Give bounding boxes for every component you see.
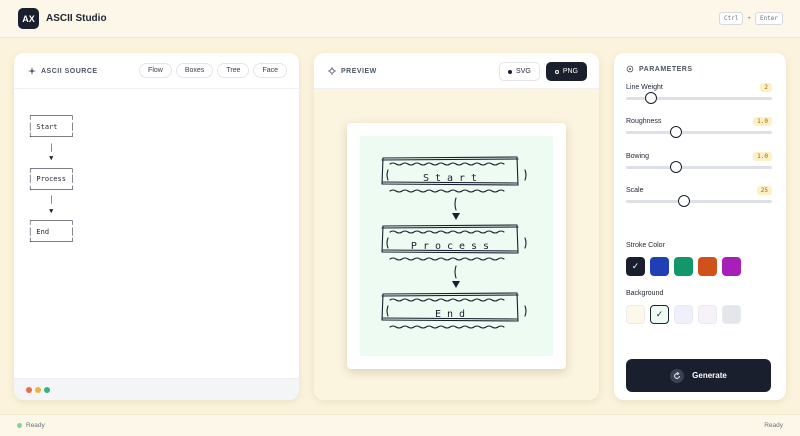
slider-line-weight: Line Weight 2 [626, 83, 772, 104]
preview-card: Start Process End [347, 123, 566, 369]
bowing-label: Bowing [626, 153, 649, 160]
line-weight-thumb[interactable] [644, 92, 657, 104]
format-png-label: PNG [562, 68, 578, 75]
template-chips: Flow Boxes Tree Face [139, 63, 287, 78]
bg-swatch-lavender[interactable] [674, 305, 693, 324]
sketch-label-start: Start [423, 173, 483, 184]
footer-dot-green [44, 387, 50, 393]
keyboard-shortcut: Ctrl + Enter [718, 12, 783, 25]
preview-area: Start Process End [314, 89, 599, 400]
source-panel-title: ASCII SOURCE [28, 67, 98, 75]
roughness-label: Roughness [626, 118, 662, 125]
preview-panel-title: PREVIEW [328, 67, 377, 75]
shortcut-plus: + [747, 15, 751, 22]
source-title-text: ASCII SOURCE [41, 67, 98, 75]
stroke-swatch-orange[interactable] [698, 257, 717, 276]
bg-swatch-cream[interactable] [626, 305, 645, 324]
slider-scale: Scale 25 [626, 186, 772, 207]
sketch-arrow-1 [452, 213, 460, 220]
stroke-color-swatches: ✓ [626, 257, 741, 276]
format-png-button[interactable]: PNG [545, 62, 587, 81]
refresh-icon [670, 368, 685, 383]
crosshair-icon [328, 67, 336, 75]
status-indicator [17, 423, 22, 428]
roughness-thumb[interactable] [669, 126, 682, 138]
sketch-label-process: Process [411, 241, 495, 252]
preview-panel-header: PREVIEW SVG PNG [314, 53, 599, 89]
sketch-label-end: End [435, 309, 471, 320]
preview-panel: PREVIEW SVG PNG Start Process End [314, 53, 599, 400]
app-title: ASCII Studio [46, 13, 107, 24]
roughness-value: 1.0 [753, 117, 772, 126]
png-dot-icon [554, 69, 559, 74]
preview-title-text: PREVIEW [341, 67, 377, 75]
background-swatches: ✓ [626, 305, 741, 324]
chip-tree[interactable]: Tree [217, 63, 250, 78]
bowing-thumb[interactable] [669, 161, 682, 173]
format-svg-button[interactable]: SVG [499, 62, 540, 81]
scale-thumb[interactable] [678, 195, 691, 207]
source-footer [14, 378, 299, 400]
gear-icon [626, 65, 634, 73]
params-panel-title: PARAMETERS [626, 65, 692, 73]
line-weight-value: 2 [760, 83, 772, 92]
parameters-panel: PARAMETERS Line Weight 2 Roughness 1.0 B… [614, 53, 786, 400]
app-logo: AX [18, 8, 39, 29]
status-text-left: Ready [26, 422, 45, 429]
preview-canvas: Start Process End [360, 136, 553, 356]
footer-dot-red [26, 387, 32, 393]
scale-label: Scale [626, 187, 644, 194]
svg-dot-icon [508, 69, 513, 74]
sketch-drawing: Start Process End [381, 156, 527, 329]
shortcut-key-ctrl: Ctrl [718, 12, 744, 25]
scale-value: 25 [756, 186, 772, 195]
bowing-value: 1.0 [753, 152, 772, 161]
line-weight-label: Line Weight [626, 84, 663, 91]
roughness-track[interactable] [626, 131, 772, 134]
chip-boxes[interactable]: Boxes [175, 63, 214, 78]
stroke-swatch-purple[interactable] [722, 257, 741, 276]
params-panel-header: PARAMETERS [614, 53, 786, 81]
bg-swatch-mint[interactable]: ✓ [650, 305, 669, 324]
chip-face[interactable]: Face [253, 63, 287, 78]
footer-dot-yellow [35, 387, 41, 393]
scale-track[interactable] [626, 200, 772, 203]
generate-button[interactable]: Generate [626, 359, 771, 392]
slider-roughness: Roughness 1.0 [626, 117, 772, 138]
format-svg-label: SVG [516, 68, 531, 75]
bg-swatch-gray[interactable] [722, 305, 741, 324]
sparkle-icon [28, 67, 36, 75]
chip-flow[interactable]: Flow [139, 63, 172, 78]
stroke-color-label: Stroke Color [626, 242, 665, 249]
params-title-text: PARAMETERS [639, 65, 693, 73]
stroke-swatch-green[interactable] [674, 257, 693, 276]
format-toggle: SVG PNG [499, 62, 587, 81]
status-bar: Ready Ready [0, 414, 800, 436]
stroke-swatch-blue[interactable] [650, 257, 669, 276]
slider-bowing: Bowing 1.0 [626, 152, 772, 173]
bg-swatch-pink[interactable] [698, 305, 717, 324]
source-panel-header: ASCII SOURCE Flow Boxes Tree Face [14, 53, 299, 89]
app-header: AX ASCII Studio Ctrl + Enter [0, 0, 800, 38]
sketch-arrow-2 [452, 281, 460, 288]
ascii-source-editor[interactable]: ┌─────────┐ │ Start │ └─────────┘ │ ▼ ┌─… [28, 111, 74, 248]
background-label: Background [626, 290, 664, 297]
shortcut-key-enter: Enter [754, 12, 783, 25]
generate-label: Generate [692, 371, 727, 380]
status-text-right: Ready [764, 422, 783, 429]
ascii-source-panel: ASCII SOURCE Flow Boxes Tree Face ┌─────… [14, 53, 299, 400]
bowing-track[interactable] [626, 166, 772, 169]
stroke-swatch-dark[interactable]: ✓ [626, 257, 645, 276]
